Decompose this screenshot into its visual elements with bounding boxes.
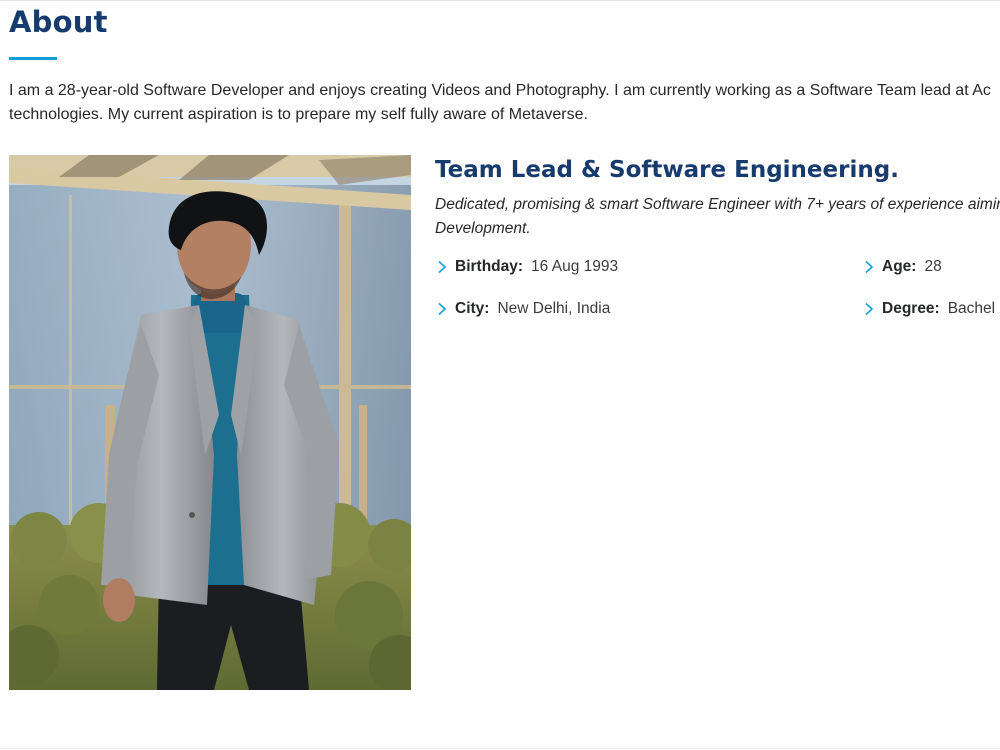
bottom-divider xyxy=(0,748,1000,749)
detail-value: Bachel xyxy=(947,300,996,317)
intro-paragraph: I am a 28-year-old Software Developer an… xyxy=(9,79,1000,127)
profile-photo xyxy=(9,155,411,690)
detail-label: City: xyxy=(455,300,490,317)
role-description-line: Dedicated, promising & smart Software En… xyxy=(435,196,1000,213)
role-description-line: Development. xyxy=(435,220,531,237)
title-underline xyxy=(9,57,57,60)
chevron-right-icon xyxy=(438,302,447,316)
detail-label: Birthday: xyxy=(455,258,524,275)
role-title: Team Lead & Software Engineering. xyxy=(435,157,899,183)
chevron-right-icon xyxy=(865,302,874,316)
intro-line: technologies. My current aspiration is t… xyxy=(9,106,588,123)
intro-line: I am a 28-year-old Software Developer an… xyxy=(9,82,991,99)
detail-city: City: New Delhi, India xyxy=(435,297,610,321)
detail-birthday: Birthday: 16 Aug 1993 xyxy=(435,255,618,279)
section-title: About xyxy=(9,5,108,39)
detail-value: New Delhi, India xyxy=(497,300,611,317)
detail-degree: Degree: Bachel xyxy=(862,297,995,321)
detail-label: Age: xyxy=(882,258,917,275)
chevron-right-icon xyxy=(438,260,447,274)
detail-age: Age: 28 xyxy=(862,255,942,279)
role-description: Dedicated, promising & smart Software En… xyxy=(435,193,1000,241)
chevron-right-icon xyxy=(865,260,874,274)
detail-label: Degree: xyxy=(882,300,940,317)
top-divider xyxy=(0,0,1000,1)
detail-value: 16 Aug 1993 xyxy=(531,258,619,275)
detail-value: 28 xyxy=(924,258,942,275)
